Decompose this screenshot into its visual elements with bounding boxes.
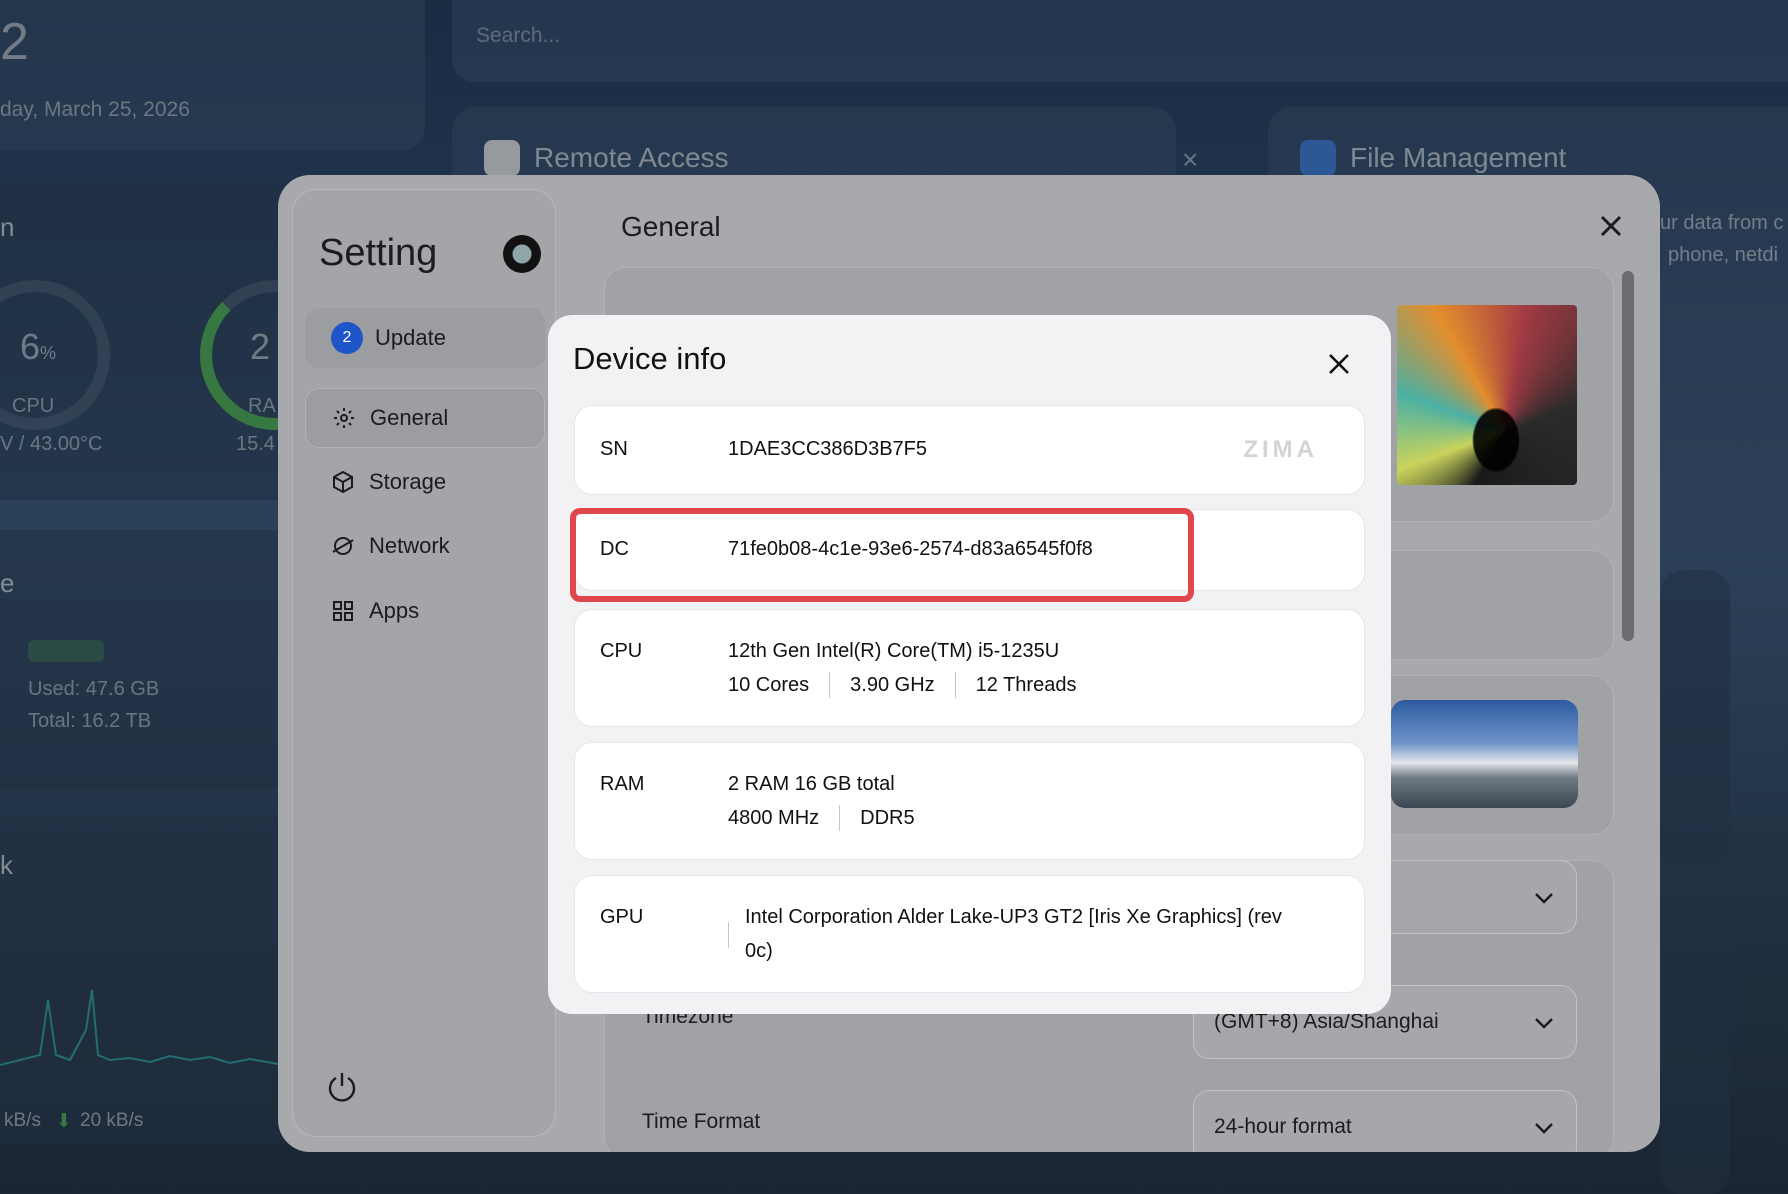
cpu-threads: 12 Threads (975, 674, 1077, 696)
close-icon[interactable] (1596, 211, 1626, 241)
sidebar-item-apps[interactable]: Apps (305, 581, 545, 641)
gpu-details: Intel Corporation Alder Lake-UP3 GT2 [Ir… (745, 900, 1282, 968)
settings-title: Setting (319, 232, 438, 274)
divider (954, 672, 956, 698)
grid-icon (331, 599, 355, 623)
gpu-label: GPU (600, 906, 644, 928)
divider (839, 805, 841, 831)
sn-row: SN 1DAE3CC386D3B7F5 ZIMA (574, 405, 1365, 495)
sidebar-item-network[interactable]: Network (305, 516, 545, 576)
chevron-down-icon (1535, 893, 1553, 904)
ram-row: RAM 2 RAM 16 GB total 4800 MHz DDR5 (574, 742, 1365, 860)
settings-sidebar: Setting 2 Update General Storage Network (292, 189, 556, 1137)
divider (728, 922, 729, 948)
gpu-line-2: 0c) (745, 940, 773, 962)
sidebar-item-label: Apps (369, 598, 420, 623)
update-label: Update (375, 325, 446, 350)
time-format-select[interactable]: 24-hour format (1193, 1090, 1577, 1152)
sidebar-item-storage[interactable]: Storage (305, 452, 545, 512)
general-title: General (621, 211, 721, 242)
close-icon[interactable] (1326, 351, 1352, 377)
update-count-badge: 2 (331, 322, 363, 354)
dc-label: DC (600, 538, 629, 560)
gpu-line-1: Intel Corporation Alder Lake-UP3 GT2 [Ir… (745, 906, 1282, 928)
cpu-cores: 10 Cores (728, 674, 810, 696)
cpu-label: CPU (600, 640, 643, 662)
sidebar-item-label: Storage (369, 469, 447, 494)
sn-label: SN (600, 438, 628, 460)
ram-label: RAM (600, 773, 645, 795)
cpu-row: CPU 12th Gen Intel(R) Core(TM) i5-1235U … (574, 609, 1365, 727)
landscape-preview[interactable] (1391, 700, 1578, 808)
sidebar-item-update[interactable]: 2 Update (305, 308, 545, 368)
cpu-frequency: 3.90 GHz (850, 674, 935, 696)
power-icon[interactable] (327, 1070, 357, 1104)
device-info-dialog: Device info SN 1DAE3CC386D3B7F5 ZIMA DC … (548, 315, 1391, 1014)
scrollbar[interactable] (1622, 271, 1634, 641)
dc-row: DC 71fe0b08-4c1e-93e6-2574-d83a6545f0f8 (574, 509, 1365, 591)
ram-details: 2 RAM 16 GB total 4800 MHz DDR5 (728, 767, 915, 835)
cpu-specs: 10 Cores 3.90 GHz 12 Threads (728, 668, 1076, 702)
gpu-row: GPU Intel Corporation Alder Lake-UP3 GT2… (574, 875, 1365, 993)
chevron-down-icon (1535, 1018, 1553, 1029)
time-format-value: 24-hour format (1214, 1115, 1352, 1138)
ram-speed: 4800 MHz (728, 807, 820, 829)
sn-value[interactable]: 1DAE3CC386D3B7F5 (728, 432, 927, 466)
time-format-label: Time Format (642, 1110, 761, 1133)
ram-specs: 4800 MHz DDR5 (728, 801, 915, 835)
dc-value[interactable]: 71fe0b08-4c1e-93e6-2574-d83a6545f0f8 (728, 532, 1093, 566)
cpu-details: 12th Gen Intel(R) Core(TM) i5-1235U 10 C… (728, 634, 1076, 702)
chevron-down-icon (1535, 1123, 1553, 1134)
ram-type: DDR5 (860, 807, 915, 829)
ram-summary: 2 RAM 16 GB total (728, 773, 895, 795)
cube-icon (331, 470, 355, 494)
avatar[interactable] (503, 235, 541, 273)
cpu-model: 12th Gen Intel(R) Core(TM) i5-1235U (728, 640, 1060, 662)
divider (829, 672, 831, 698)
wallpaper-preview[interactable] (1397, 305, 1577, 485)
zima-logo: ZIMA (1243, 436, 1318, 463)
globe-icon (331, 534, 355, 558)
dialog-title: Device info (573, 341, 727, 376)
sidebar-item-label: Network (369, 533, 450, 558)
gear-icon (332, 406, 356, 430)
sidebar-item-general[interactable]: General (305, 388, 545, 448)
sidebar-item-label: General (370, 405, 449, 430)
